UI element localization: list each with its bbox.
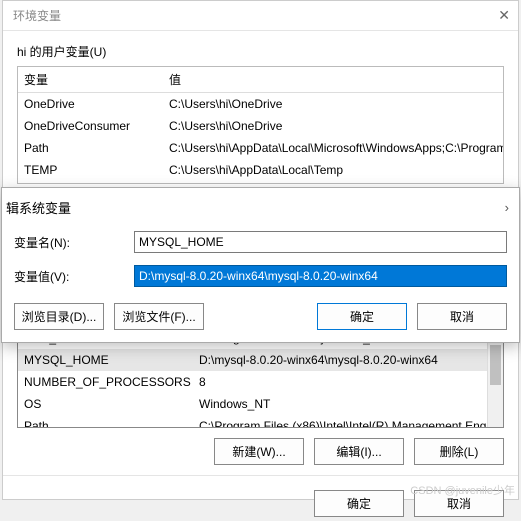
user-vars-label: hi 的用户变量(U) bbox=[3, 31, 518, 66]
variable-value-label: 变量值(V): bbox=[14, 268, 134, 285]
cell-var: TEMP bbox=[18, 159, 163, 181]
close-icon[interactable]: ✕ bbox=[498, 7, 510, 24]
table-row[interactable]: OneDrive C:\Users\hi\OneDrive bbox=[18, 93, 503, 115]
delete-button[interactable]: 删除(L) bbox=[414, 438, 504, 465]
variable-value-input[interactable] bbox=[134, 265, 507, 287]
cell-val: C:\Users\hi\AppData\Local\Microsoft\Wind… bbox=[163, 137, 503, 159]
cell-val: 8 bbox=[193, 371, 503, 393]
cell-var: OneDriveConsumer bbox=[18, 115, 163, 137]
cell-var: OS bbox=[18, 393, 193, 415]
table-row[interactable]: MYSQL_HOME D:\mysql-8.0.20-winx64\mysql-… bbox=[18, 349, 503, 371]
watermark: CSDN @juvenile少年 bbox=[410, 482, 515, 498]
chevron-right-icon[interactable]: › bbox=[505, 200, 509, 215]
cancel-button[interactable]: 取消 bbox=[417, 303, 507, 330]
table-row[interactable]: Path C:\Program Files (x86)\Intel\Intel(… bbox=[18, 415, 503, 428]
variable-value-row: 变量值(V): bbox=[2, 259, 519, 293]
variable-name-input[interactable] bbox=[134, 231, 507, 253]
table-row[interactable]: TEMP C:\Users\hi\AppData\Local\Temp bbox=[18, 159, 503, 181]
cell-var: Path bbox=[18, 137, 163, 159]
table-row[interactable]: OS Windows_NT bbox=[18, 393, 503, 415]
cell-val: C:\Users\hi\OneDrive bbox=[163, 93, 503, 115]
col-header-value[interactable]: 值 bbox=[163, 67, 503, 92]
cell-var: Path bbox=[18, 415, 193, 428]
edit-system-variable-dialog: 辑系统变量 › 变量名(N): 变量值(V): 浏览目录(D)... 浏览文件(… bbox=[1, 187, 520, 343]
system-vars-button-row: 新建(W)... 编辑(I)... 删除(L) bbox=[3, 428, 518, 469]
ok-button[interactable]: 确定 bbox=[317, 303, 407, 330]
titlebar: 环境变量 ✕ bbox=[3, 1, 518, 31]
col-header-variable[interactable]: 变量 bbox=[18, 67, 163, 92]
new-button[interactable]: 新建(W)... bbox=[214, 438, 304, 465]
cell-val: C:\Users\hi\AppData\Local\Temp bbox=[163, 159, 503, 181]
cell-val: D:\mysql-8.0.20-winx64\mysql-8.0.20-winx… bbox=[193, 349, 503, 371]
table-header: 变量 值 bbox=[18, 67, 503, 93]
browse-directory-button[interactable]: 浏览目录(D)... bbox=[14, 303, 104, 330]
cell-val: C:\Program Files (x86)\Intel\Intel(R) Ma… bbox=[193, 415, 503, 428]
table-row[interactable]: OneDriveConsumer C:\Users\hi\OneDrive bbox=[18, 115, 503, 137]
table-row[interactable]: Path C:\Users\hi\AppData\Local\Microsoft… bbox=[18, 137, 503, 159]
cell-var: NUMBER_OF_PROCESSORS bbox=[18, 371, 193, 393]
scroll-thumb[interactable] bbox=[490, 345, 501, 385]
user-vars-table[interactable]: 变量 值 OneDrive C:\Users\hi\OneDrive OneDr… bbox=[17, 66, 504, 184]
environment-variables-window: 环境变量 ✕ hi 的用户变量(U) 变量 值 OneDrive C:\User… bbox=[2, 0, 519, 500]
variable-name-row: 变量名(N): bbox=[2, 225, 519, 259]
cell-val: Windows_NT bbox=[193, 393, 503, 415]
cell-var: MYSQL_HOME bbox=[18, 349, 193, 371]
cell-val: C:\Users\hi\OneDrive bbox=[163, 115, 503, 137]
cell-var: OneDrive bbox=[18, 93, 163, 115]
ok-button[interactable]: 确定 bbox=[314, 490, 404, 517]
dialog-title: 辑系统变量 › bbox=[2, 188, 519, 225]
table-row[interactable]: NUMBER_OF_PROCESSORS 8 bbox=[18, 371, 503, 393]
window-title: 环境变量 bbox=[13, 7, 61, 24]
dialog-button-row: 浏览目录(D)... 浏览文件(F)... 确定 取消 bbox=[2, 293, 519, 334]
variable-name-label: 变量名(N): bbox=[14, 234, 134, 251]
browse-file-button[interactable]: 浏览文件(F)... bbox=[114, 303, 204, 330]
edit-button[interactable]: 编辑(I)... bbox=[314, 438, 404, 465]
